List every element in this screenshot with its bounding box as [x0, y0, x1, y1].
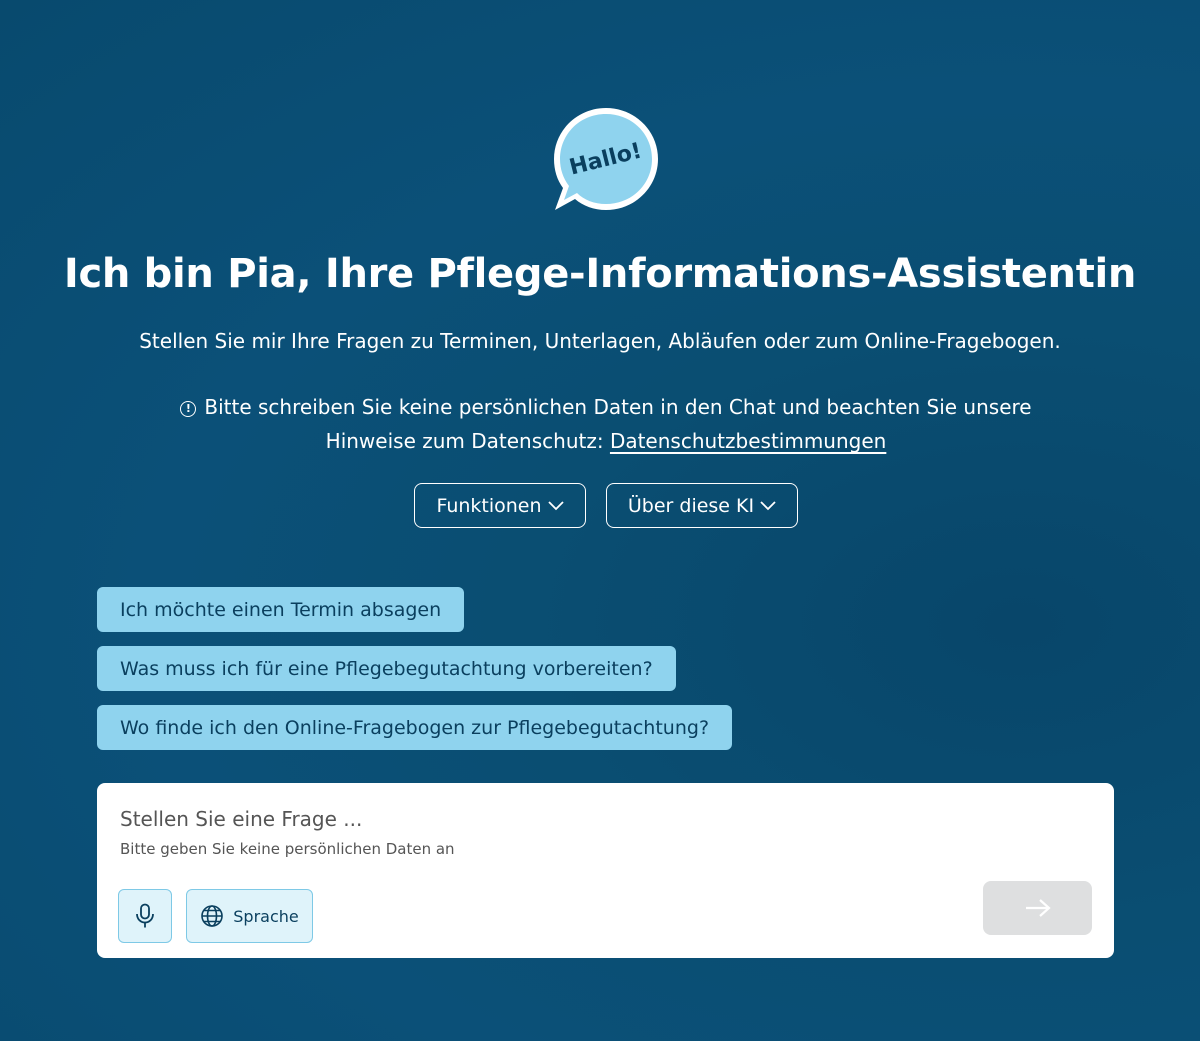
suggestion-cancel-appointment[interactable]: Ich möchte einen Termin absagen [97, 587, 465, 632]
page-subtitle: Stellen Sie mir Ihre Fragen zu Terminen,… [139, 329, 1061, 353]
about-ai-dropdown-button[interactable]: Über diese KI [606, 483, 798, 528]
chevron-down-icon [760, 500, 776, 510]
functions-dropdown-button[interactable]: Funktionen [414, 483, 586, 528]
page-title: Ich bin Pia, Ihre Pflege-Informations-As… [63, 251, 1137, 297]
language-button[interactable]: Sprache [186, 889, 313, 943]
hallo-logo: Hallo! [551, 106, 661, 214]
suggestion-prepare-assessment[interactable]: Was muss ich für eine Pflegebegutachtung… [97, 646, 676, 691]
send-button[interactable] [983, 881, 1092, 935]
arrow-right-icon [1025, 899, 1051, 917]
suggestion-online-questionnaire[interactable]: Wo finde ich den Online-Fragebogen zur P… [97, 705, 733, 750]
question-input[interactable] [120, 807, 1080, 831]
info-toggles: Funktionen Über diese KI [0, 483, 1200, 528]
globe-icon [201, 905, 224, 927]
input-hint: Bitte geben Sie keine persönlichen Daten… [120, 840, 455, 858]
about-ai-label: Über diese KI [627, 494, 755, 517]
functions-label: Funktionen [436, 494, 542, 517]
language-label: Sprache [233, 906, 299, 926]
suggestion-list: Ich möchte einen Termin absagen Was muss… [97, 587, 733, 750]
privacy-policy-link[interactable]: Datenschutzbestimmungen [610, 429, 886, 453]
info-icon: ! [180, 401, 197, 417]
chat-input-card: Bitte geben Sie keine persönlichen Daten… [97, 783, 1114, 958]
privacy-notice: ! Bitte schreiben Sie keine persönlichen … [150, 390, 1062, 458]
microphone-button[interactable] [118, 889, 172, 943]
chevron-down-icon [547, 500, 564, 510]
microphone-icon [136, 903, 154, 928]
